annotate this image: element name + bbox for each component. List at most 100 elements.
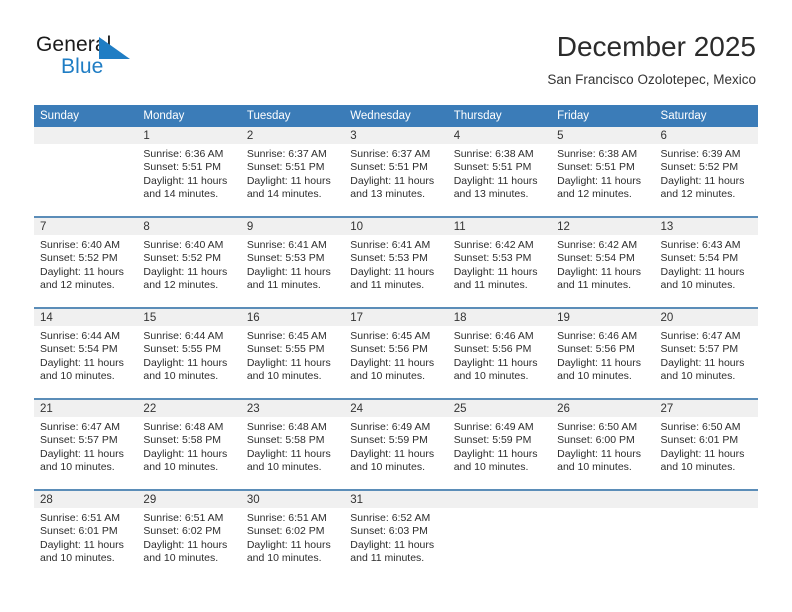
sunset-time: Sunset: 5:51 PM <box>350 161 428 174</box>
daylight-duration-line1: Daylight: 11 hours <box>350 174 435 187</box>
calendar-day-cell[interactable]: 17 Sunrise: 6:45 AM Sunset: 5:56 PM Dayligh… <box>344 307 448 399</box>
sunset-time: Sunset: 5:52 PM <box>40 252 118 265</box>
day-details: Sunrise: 6:46 AM Sunset: 5:56 PM Daylight:… <box>448 326 551 384</box>
sunrise-time: Sunrise: 6:37 AM <box>350 148 431 160</box>
daylight-duration-line1: Daylight: 11 hours <box>453 356 538 369</box>
calendar-day-cell[interactable]: 6 Sunrise: 6:39 AM Sunset: 5:52 PM Daylight… <box>654 127 758 217</box>
sunset-time: Sunset: 5:59 PM <box>453 434 532 447</box>
day-number: 20 <box>654 309 758 326</box>
daylight-duration-line1: Daylight: 11 hours <box>350 447 435 460</box>
calendar-day-cell[interactable]: 28 Sunrise: 6:51 AM Sunset: 6:01 PM Dayligh… <box>34 489 138 580</box>
calendar-day-cell[interactable]: 4 Sunrise: 6:38 AM Sunset: 5:51 PM Daylight… <box>447 127 552 217</box>
page-title: December 2025 <box>556 31 756 62</box>
day-cell-content: 9 Sunrise: 6:41 AM Sunset: 5:53 PM Daylight… <box>240 218 345 307</box>
daylight-duration-line1: Daylight: 11 hours <box>557 265 641 278</box>
calendar-day-cell[interactable]: 21 Sunrise: 6:47 AM Sunset: 5:57 PM Dayligh… <box>34 398 138 490</box>
sunset-time: Sunset: 5:54 PM <box>557 252 635 265</box>
day-details: Sunrise: 6:40 AM Sunset: 5:52 PM Daylight:… <box>34 235 137 293</box>
daylight-duration-line1: Daylight: 11 hours <box>143 447 228 460</box>
daylight-duration-line2: and 10 minutes. <box>40 370 115 383</box>
calendar-day-cell[interactable]: 3 Sunrise: 6:37 AM Sunset: 5:51 PM Daylight… <box>344 127 448 217</box>
daylight-duration-line2: and 10 minutes. <box>246 370 322 383</box>
calendar-day-cell[interactable]: 18 Sunrise: 6:46 AM Sunset: 5:56 PM Dayligh… <box>447 307 552 399</box>
sunrise-time: Sunrise: 6:46 AM <box>453 330 534 342</box>
sunset-time: Sunset: 6:03 PM <box>350 525 428 538</box>
sunset-time: Sunset: 5:51 PM <box>143 161 222 174</box>
calendar-day-cell[interactable]: 14 Sunrise: 6:44 AM Sunset: 5:54 PM Dayligh… <box>34 307 138 399</box>
calendar-day-cell[interactable]: 8 Sunrise: 6:40 AM Sunset: 5:52 PM Daylight… <box>137 216 241 308</box>
day-number: 11 <box>447 218 552 235</box>
calendar-day-cell[interactable]: 19 Sunrise: 6:46 AM Sunset: 5:56 PM Dayligh… <box>551 307 655 399</box>
day-cell-content: 28 Sunrise: 6:51 AM Sunset: 6:01 PM Dayligh… <box>34 491 138 580</box>
calendar-day-cell[interactable]: 25 Sunrise: 6:49 AM Sunset: 5:59 PM Dayligh… <box>447 398 552 490</box>
calendar-day-cell[interactable]: 22 Sunrise: 6:48 AM Sunset: 5:58 PM Dayligh… <box>137 398 241 490</box>
sunset-time: Sunset: 6:02 PM <box>246 525 325 538</box>
calendar-day-cell[interactable]: 29 Sunrise: 6:51 AM Sunset: 6:02 PM Dayligh… <box>137 489 241 580</box>
calendar-day-cell[interactable]: 1 Sunrise: 6:36 AM Sunset: 5:51 PM Daylight… <box>137 127 241 217</box>
day-number: 31 <box>344 491 448 508</box>
day-number: 13 <box>654 218 758 235</box>
calendar-day-cell[interactable]: 27 Sunrise: 6:50 AM Sunset: 6:01 PM Dayligh… <box>654 398 758 490</box>
sunrise-time: Sunrise: 6:44 AM <box>40 330 120 342</box>
calendar-day-cell[interactable]: 24 Sunrise: 6:49 AM Sunset: 5:59 PM Dayligh… <box>344 398 448 490</box>
sunset-time: Sunset: 5:56 PM <box>557 343 635 356</box>
day-number: 28 <box>34 491 138 508</box>
calendar-day-cell[interactable]: 7 Sunrise: 6:40 AM Sunset: 5:52 PM Daylight… <box>34 216 138 308</box>
sunrise-time: Sunrise: 6:40 AM <box>40 239 120 251</box>
daylight-duration-line2: and 10 minutes. <box>143 552 219 565</box>
daylight-duration-line2: and 13 minutes. <box>350 188 425 201</box>
day-cell-content: 1 Sunrise: 6:36 AM Sunset: 5:51 PM Daylight… <box>137 127 241 216</box>
day-cell-content: 13 Sunrise: 6:43 AM Sunset: 5:54 PM Dayligh… <box>654 218 758 307</box>
day-number: 2 <box>240 127 345 144</box>
day-cell-empty <box>34 127 138 216</box>
calendar-day-cell[interactable]: 31 Sunrise: 6:52 AM Sunset: 6:03 PM Dayligh… <box>344 489 448 580</box>
calendar-day-cell[interactable]: 15 Sunrise: 6:44 AM Sunset: 5:55 PM Dayligh… <box>137 307 241 399</box>
calendar-day-cell[interactable]: 12 Sunrise: 6:42 AM Sunset: 5:54 PM Dayligh… <box>551 216 655 308</box>
sunset-time: Sunset: 5:58 PM <box>143 434 222 447</box>
calendar-body: 1 Sunrise: 6:36 AM Sunset: 5:51 PM Daylight… <box>34 127 758 580</box>
daylight-duration-line1: Daylight: 11 hours <box>453 174 538 187</box>
daylight-duration-line1: Daylight: 11 hours <box>143 265 228 278</box>
calendar-day-cell[interactable]: 9 Sunrise: 6:41 AM Sunset: 5:53 PM Daylight… <box>240 216 345 308</box>
day-details: Sunrise: 6:38 AM Sunset: 5:51 PM Daylight:… <box>551 144 654 202</box>
sunset-time: Sunset: 5:55 PM <box>246 343 325 356</box>
daylight-duration-line2: and 11 minutes. <box>350 279 425 292</box>
calendar-day-cell[interactable]: 10 Sunrise: 6:41 AM Sunset: 5:53 PM Dayligh… <box>344 216 448 308</box>
day-number: 17 <box>344 309 448 326</box>
day-number: 24 <box>344 400 448 417</box>
calendar-day-cell[interactable]: 30 Sunrise: 6:51 AM Sunset: 6:02 PM Dayligh… <box>240 489 345 580</box>
day-cell-content: 23 Sunrise: 6:48 AM Sunset: 5:58 PM Dayligh… <box>240 400 345 489</box>
sunset-time: Sunset: 5:59 PM <box>350 434 428 447</box>
daylight-duration-line2: and 10 minutes. <box>453 370 529 383</box>
sunrise-time: Sunrise: 6:36 AM <box>143 148 224 160</box>
day-details: Sunrise: 6:51 AM Sunset: 6:02 PM Daylight:… <box>241 508 344 566</box>
daylight-duration-line2: and 10 minutes. <box>40 461 115 474</box>
day-details: Sunrise: 6:39 AM Sunset: 5:52 PM Daylight:… <box>655 144 758 202</box>
page-subtitle: San Francisco Ozolotepec, Mexico <box>547 72 756 87</box>
brand-logo[interactable]: General Blue <box>36 33 236 85</box>
calendar-day-cell[interactable]: 5 Sunrise: 6:38 AM Sunset: 5:51 PM Daylight… <box>551 127 655 217</box>
daylight-duration-line2: and 12 minutes. <box>557 188 632 201</box>
calendar-day-cell[interactable]: 16 Sunrise: 6:45 AM Sunset: 5:55 PM Dayligh… <box>240 307 345 399</box>
daylight-duration-line2: and 11 minutes. <box>350 552 425 565</box>
calendar-day-cell[interactable]: 20 Sunrise: 6:47 AM Sunset: 5:57 PM Dayligh… <box>654 307 758 399</box>
calendar-day-cell[interactable]: 2 Sunrise: 6:37 AM Sunset: 5:51 PM Daylight… <box>240 127 345 217</box>
calendar-day-cell[interactable]: 11 Sunrise: 6:42 AM Sunset: 5:53 PM Dayligh… <box>447 216 552 308</box>
day-details: Sunrise: 6:50 AM Sunset: 6:01 PM Daylight:… <box>655 417 758 475</box>
day-number: 6 <box>654 127 758 144</box>
weekday-header-thursday: Thursday <box>447 105 552 127</box>
sunrise-time: Sunrise: 6:42 AM <box>453 239 534 251</box>
calendar-day-cell <box>447 489 552 580</box>
sunrise-time: Sunrise: 6:37 AM <box>246 148 327 160</box>
calendar-day-cell[interactable]: 26 Sunrise: 6:50 AM Sunset: 6:00 PM Dayligh… <box>551 398 655 490</box>
daylight-duration-line2: and 10 minutes. <box>350 370 425 383</box>
sunset-time: Sunset: 6:02 PM <box>143 525 222 538</box>
daylight-duration-line1: Daylight: 11 hours <box>40 538 124 551</box>
daylight-duration-line1: Daylight: 11 hours <box>246 356 331 369</box>
sunrise-time: Sunrise: 6:52 AM <box>350 512 431 524</box>
calendar-day-cell[interactable]: 13 Sunrise: 6:43 AM Sunset: 5:54 PM Dayligh… <box>654 216 758 308</box>
sunrise-time: Sunrise: 6:41 AM <box>350 239 431 251</box>
day-details: Sunrise: 6:41 AM Sunset: 5:53 PM Daylight:… <box>344 235 447 293</box>
day-number: 9 <box>240 218 345 235</box>
calendar-day-cell[interactable]: 23 Sunrise: 6:48 AM Sunset: 5:58 PM Dayligh… <box>240 398 345 490</box>
